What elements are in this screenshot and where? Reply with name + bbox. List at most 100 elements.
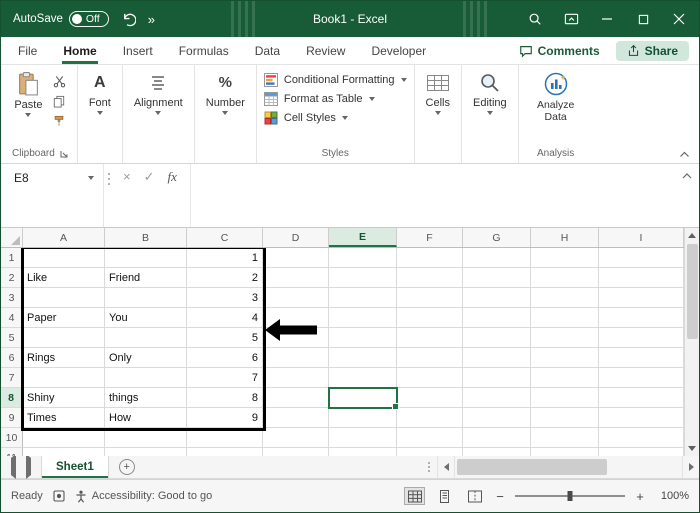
cell-D2[interactable]: [263, 268, 329, 288]
cell-I1[interactable]: [599, 248, 684, 268]
zoom-handle[interactable]: [568, 491, 573, 501]
row-header-11[interactable]: 11: [1, 448, 23, 456]
cell-G3[interactable]: [463, 288, 531, 308]
cell-D7[interactable]: [263, 368, 329, 388]
scroll-up-button[interactable]: [685, 228, 699, 243]
cell-G8[interactable]: [463, 388, 531, 408]
cell-C2[interactable]: 2: [187, 268, 263, 288]
row-header-5[interactable]: 5: [1, 328, 23, 348]
cell-H9[interactable]: [531, 408, 599, 428]
cell-G7[interactable]: [463, 368, 531, 388]
cell-F1[interactable]: [397, 248, 463, 268]
column-header-D[interactable]: D: [263, 228, 329, 247]
zoom-level[interactable]: 100%: [655, 490, 689, 502]
cell-F3[interactable]: [397, 288, 463, 308]
scroll-right-button[interactable]: [682, 456, 699, 478]
conditional-formatting-button[interactable]: Conditional Formatting: [264, 73, 407, 87]
zoom-slider[interactable]: [515, 489, 625, 503]
paste-button[interactable]: Paste: [10, 69, 46, 119]
horizontal-scroll-track[interactable]: [454, 456, 682, 478]
cell-B4[interactable]: You: [105, 308, 187, 328]
tab-file[interactable]: File: [5, 37, 50, 64]
cell-E2[interactable]: [329, 268, 397, 288]
row-header-7[interactable]: 7: [1, 368, 23, 388]
cell-G2[interactable]: [463, 268, 531, 288]
format-as-table-button[interactable]: Format as Table: [264, 92, 407, 106]
cell-G9[interactable]: [463, 408, 531, 428]
cell-E8[interactable]: [329, 388, 397, 408]
cell-I4[interactable]: [599, 308, 684, 328]
cell-B7[interactable]: [105, 368, 187, 388]
row-header-8[interactable]: 8: [1, 388, 23, 408]
cell-E1[interactable]: [329, 248, 397, 268]
cell-C1[interactable]: 1: [187, 248, 263, 268]
cell-F6[interactable]: [397, 348, 463, 368]
macro-record-button[interactable]: [53, 490, 65, 502]
row-header-1[interactable]: 1: [1, 248, 23, 268]
column-header-A[interactable]: A: [23, 228, 105, 247]
row-header-6[interactable]: 6: [1, 348, 23, 368]
name-box[interactable]: E8: [1, 164, 103, 227]
cell-I8[interactable]: [599, 388, 684, 408]
insert-function-button[interactable]: fx: [168, 169, 177, 185]
cell-E11[interactable]: [329, 448, 397, 456]
vertical-scrollbar[interactable]: [684, 228, 699, 456]
column-header-I[interactable]: I: [599, 228, 684, 247]
column-header-E[interactable]: E: [329, 228, 397, 247]
cell-styles-button[interactable]: Cell Styles: [264, 111, 407, 125]
sheet-nav-right-button[interactable]: [26, 458, 31, 476]
cell-E6[interactable]: [329, 348, 397, 368]
comments-button[interactable]: Comments: [511, 41, 608, 61]
cell-F7[interactable]: [397, 368, 463, 388]
cancel-button[interactable]: ×: [123, 169, 131, 184]
minimize-button[interactable]: [589, 1, 625, 37]
cell-B11[interactable]: [105, 448, 187, 456]
collapse-ribbon-button[interactable]: [679, 151, 690, 158]
cell-C8[interactable]: 8: [187, 388, 263, 408]
cell-D9[interactable]: [263, 408, 329, 428]
column-header-H[interactable]: H: [531, 228, 599, 247]
cell-H2[interactable]: [531, 268, 599, 288]
new-sheet-button[interactable]: +: [119, 459, 135, 475]
cell-B1[interactable]: [105, 248, 187, 268]
cell-D6[interactable]: [263, 348, 329, 368]
close-button[interactable]: [661, 1, 697, 37]
cell-C7[interactable]: 7: [187, 368, 263, 388]
tab-data[interactable]: Data: [242, 37, 293, 64]
cell-E3[interactable]: [329, 288, 397, 308]
cell-D10[interactable]: [263, 428, 329, 448]
cell-D3[interactable]: [263, 288, 329, 308]
tab-home[interactable]: Home: [50, 37, 109, 64]
cell-A5[interactable]: [23, 328, 105, 348]
row-header-3[interactable]: 3: [1, 288, 23, 308]
normal-view-button[interactable]: [404, 487, 425, 505]
tab-formulas[interactable]: Formulas: [166, 37, 242, 64]
cell-B8[interactable]: things: [105, 388, 187, 408]
cell-E9[interactable]: [329, 408, 397, 428]
cell-A2[interactable]: Like: [23, 268, 105, 288]
alignment-button[interactable]: Alignment: [130, 69, 187, 117]
cell-C6[interactable]: 6: [187, 348, 263, 368]
cell-G6[interactable]: [463, 348, 531, 368]
cell-I2[interactable]: [599, 268, 684, 288]
cell-H1[interactable]: [531, 248, 599, 268]
cell-F2[interactable]: [397, 268, 463, 288]
cell-E4[interactable]: [329, 308, 397, 328]
name-box-splitter[interactable]: [103, 164, 114, 227]
editing-button[interactable]: Editing: [469, 69, 511, 117]
ribbon-display-options-button[interactable]: [553, 1, 589, 37]
cell-F5[interactable]: [397, 328, 463, 348]
font-button[interactable]: A Font: [85, 69, 115, 117]
enter-button[interactable]: ✓: [144, 169, 155, 185]
cell-I6[interactable]: [599, 348, 684, 368]
search-button[interactable]: [517, 1, 553, 37]
cell-A8[interactable]: Shiny: [23, 388, 105, 408]
cell-C11[interactable]: [187, 448, 263, 456]
cell-C5[interactable]: 5: [187, 328, 263, 348]
cell-C9[interactable]: 9: [187, 408, 263, 428]
cell-A4[interactable]: Paper: [23, 308, 105, 328]
cell-I7[interactable]: [599, 368, 684, 388]
analyze-data-button[interactable]: Analyze Data: [526, 69, 586, 125]
cell-I10[interactable]: [599, 428, 684, 448]
cell-H10[interactable]: [531, 428, 599, 448]
